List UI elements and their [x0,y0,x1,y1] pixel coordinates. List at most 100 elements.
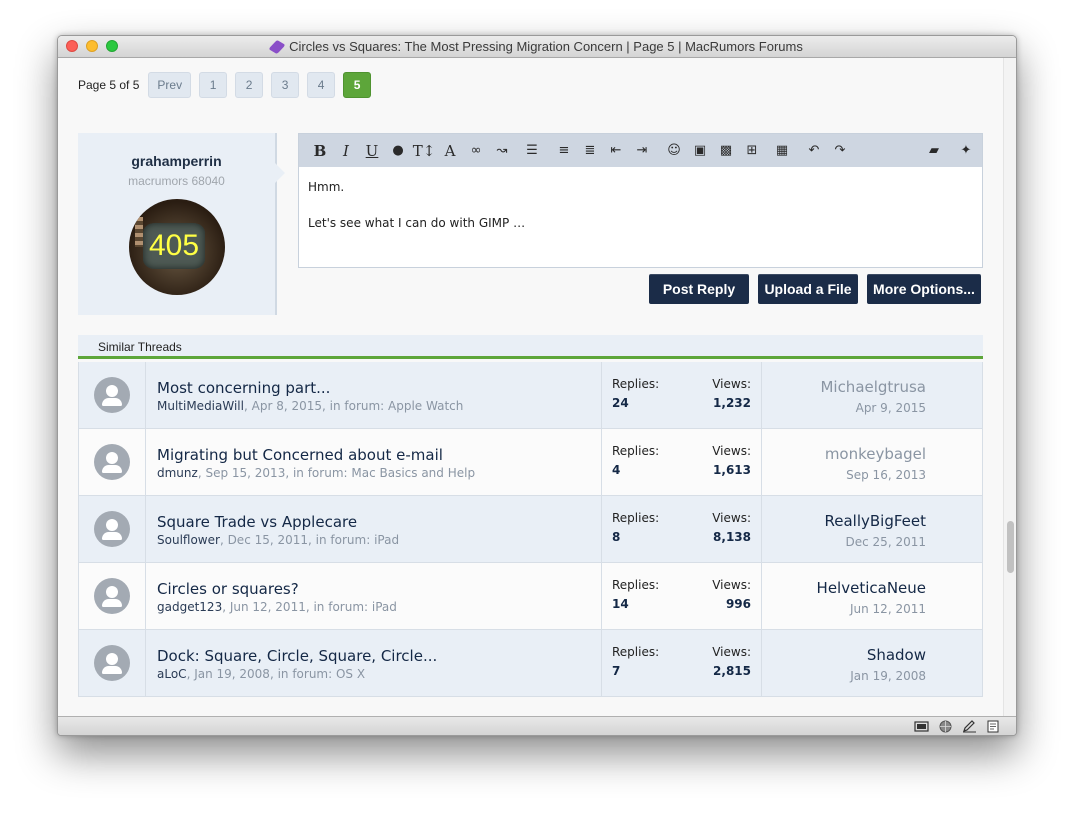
font-family-icon[interactable]: A [437,134,463,167]
last-poster-link[interactable]: monkeybagel [825,445,926,463]
text-color-icon[interactable]: ● [385,134,411,167]
status-bar [58,716,1016,735]
thread-author-link[interactable]: MultiMediaWill [157,399,244,413]
thread-row[interactable]: Most concerning part... MultiMediaWill, … [78,362,983,429]
avatar[interactable]: 405 [129,199,225,295]
font-size-icon[interactable]: T↕ [411,134,437,167]
thread-author-link[interactable]: dmunz [157,466,198,480]
editor-toolbar: B I U ● T↕ A ∞ ↝ ☰ ≡ ≣ ⇤ ⇥ ☺ ▣ ▩ ⊞ ▦ ↶ ↷ [299,134,982,167]
views-label: Views: [712,377,751,391]
page-link-3[interactable]: 3 [271,72,300,98]
thread-row[interactable]: Square Trade vs Applecare Soulflower, De… [78,496,983,563]
upload-file-button[interactable]: Upload a File [758,274,858,304]
thread-author-link[interactable]: aLoC [157,667,187,681]
last-poster-link[interactable]: Michaelgtrusa [820,378,926,396]
browser-window: Circles vs Squares: The Most Pressing Mi… [57,35,1017,736]
last-poster-link[interactable]: HelveticaNeue [817,579,926,597]
views-count: 1,613 [713,463,751,477]
thread-row[interactable]: Dock: Square, Circle, Square, Circle... … [78,630,983,697]
thread-author-link[interactable]: gadget123 [157,600,222,614]
page-link-2[interactable]: 2 [235,72,264,98]
thread-row[interactable]: Migrating but Concerned about e-mail dmu… [78,429,983,496]
page-link-1[interactable]: 1 [199,72,228,98]
views-count: 1,232 [713,396,751,410]
views-count: 996 [725,597,751,611]
thread-meta: Soulflower, Dec 15, 2011, in forum: iPad [157,533,399,547]
bulleted-list-icon[interactable]: ≡ [551,134,577,167]
prev-page-button[interactable]: Prev [148,72,192,98]
thread-meta: dmunz, Sep 15, 2013, in forum: Mac Basic… [157,466,475,480]
last-poster-link[interactable]: Shadow [867,646,926,664]
replies-label: Replies: [612,578,660,592]
thread-title-link[interactable]: Square Trade vs Applecare [157,513,357,531]
default-user-icon[interactable] [94,511,130,547]
default-user-icon[interactable] [94,645,130,681]
views-label: Views: [712,444,751,458]
insert-icon[interactable]: ⊞ [739,134,765,167]
thread-title-link[interactable]: Dock: Square, Circle, Square, Circle... [157,647,437,665]
media-icon[interactable]: ▩ [713,134,739,167]
similar-threads-header: Similar Threads [78,335,983,359]
thread-meta-text: , Apr 8, 2015, in forum: Apple Watch [243,399,464,413]
page-link-current[interactable]: 5 [343,72,372,98]
username-link[interactable]: grahamperrin [78,153,275,169]
scrollbar-thumb[interactable] [1007,521,1014,573]
last-post-date: Jun 12, 2011 [849,602,926,616]
default-user-icon[interactable] [94,578,130,614]
smilie-icon[interactable]: ☺ [661,134,687,167]
numbered-list-icon[interactable]: ≣ [577,134,603,167]
redo-icon[interactable]: ↷ [827,134,853,167]
window-title: Circles vs Squares: The Most Pressing Mi… [58,39,1016,55]
thread-title-link[interactable]: Migrating but Concerned about e-mail [157,446,443,464]
more-options-button[interactable]: More Options... [867,274,981,304]
page-link-4[interactable]: 4 [307,72,336,98]
thread-stats: Replies: 4 Views: 1,613 [601,429,762,495]
editor-line: Hmm. [308,180,345,194]
replies-count: 8 [612,530,621,544]
edit-pencil-icon[interactable] [962,720,977,733]
settings-wrench-icon[interactable]: ✦ [953,134,979,167]
notes-icon[interactable] [986,720,1001,733]
thread-avatar-cell [79,563,146,629]
image-icon[interactable]: ▣ [687,134,713,167]
outdent-icon[interactable]: ⇤ [603,134,629,167]
default-user-icon[interactable] [94,444,130,480]
views-label: Views: [712,645,751,659]
views-label: Views: [712,578,751,592]
link-icon[interactable]: ∞ [463,134,489,167]
pagination: Page 5 of 5 Prev 1 2 3 4 5 [78,72,379,98]
editor-text-area[interactable]: Hmm. Let's see what I can do with GIMP … [308,178,525,250]
replies-label: Replies: [612,511,660,525]
views-count: 8,138 [713,530,751,544]
page-favicon-icon [268,39,286,55]
thread-avatar-cell [79,496,146,562]
undo-icon[interactable]: ↶ [801,134,827,167]
last-post-date: Apr 9, 2015 [855,401,926,415]
thread-avatar-cell [79,362,146,428]
underline-button[interactable]: U [359,134,385,167]
bold-button[interactable]: B [307,134,333,167]
post-reply-button[interactable]: Post Reply [649,274,749,304]
last-post-date: Sep 16, 2013 [846,468,926,482]
default-user-icon[interactable] [94,377,130,413]
save-draft-icon[interactable]: ▦ [769,134,795,167]
italic-button[interactable]: I [333,134,359,167]
thread-row[interactable]: Circles or squares? gadget123, Jun 12, 2… [78,563,983,630]
remove-format-icon[interactable]: ▰ [921,134,947,167]
thread-title-link[interactable]: Circles or squares? [157,580,299,598]
vertical-scrollbar[interactable] [1003,58,1016,716]
thread-author-link[interactable]: Soulflower [157,533,220,547]
thread-meta-text: , Jun 12, 2011, in forum: iPad [222,600,397,614]
screen-icon[interactable] [914,720,929,733]
user-title: macrumors 68040 [128,174,225,188]
replies-label: Replies: [612,444,660,458]
thread-title-link[interactable]: Most concerning part... [157,379,330,397]
align-icon[interactable]: ☰ [519,134,545,167]
indent-icon[interactable]: ⇥ [629,134,655,167]
window-title-text: Circles vs Squares: The Most Pressing Mi… [289,39,803,54]
globe-icon[interactable] [938,720,953,733]
replies-label: Replies: [612,645,660,659]
thread-meta-text: , Dec 15, 2011, in forum: iPad [219,533,400,547]
last-poster-link[interactable]: ReallyBigFeet [824,512,926,530]
unlink-icon[interactable]: ↝ [489,134,515,167]
